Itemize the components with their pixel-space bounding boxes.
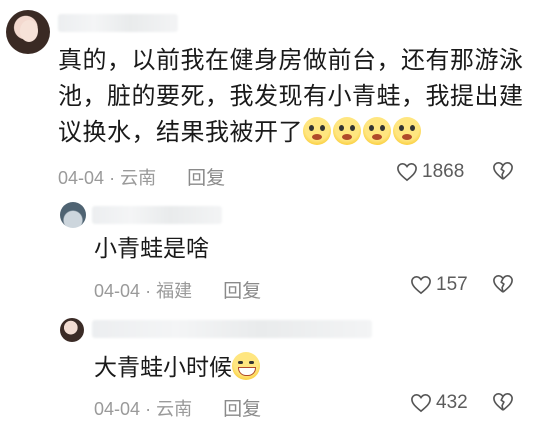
comment-location: 福建 xyxy=(156,281,193,301)
comment-meta: 04-04 · 福建 回复 xyxy=(94,276,261,303)
comment-date: 04-04 xyxy=(94,399,141,419)
heart-outline-icon xyxy=(411,393,431,413)
blurred-username[interactable] xyxy=(92,320,372,338)
comment-location: 云南 xyxy=(120,168,157,188)
like-button[interactable]: 1868 xyxy=(396,161,464,183)
comment-meta: 04-04 · 云南 回复 xyxy=(94,394,261,421)
dislike-button[interactable] xyxy=(492,161,514,185)
meta-separator: · xyxy=(109,168,116,188)
anxious-sweat-face-emoji xyxy=(333,117,361,145)
avatar[interactable] xyxy=(60,202,86,228)
anxious-sweat-face-emoji xyxy=(393,117,421,145)
avatar[interactable] xyxy=(60,318,84,342)
comment-location: 云南 xyxy=(156,399,193,419)
like-button[interactable]: 157 xyxy=(410,274,468,296)
broken-heart-outline-icon xyxy=(493,162,513,180)
reply-button[interactable]: 回复 xyxy=(223,399,261,420)
heart-outline-icon xyxy=(397,162,417,182)
broken-heart-outline-icon xyxy=(493,393,513,411)
comment-date: 04-04 xyxy=(94,281,141,301)
reply-button[interactable]: 回复 xyxy=(223,281,261,302)
comment-text-line: 真的，以前我在健身房做前台，还有那游泳 xyxy=(58,46,524,74)
like-count: 1868 xyxy=(422,161,465,182)
reply-text-part: 大青蛙小时候 xyxy=(94,355,232,381)
comment-text-line: 池，脏的要死，我发现有小青蛙，我提出建 xyxy=(58,82,524,110)
meta-separator: · xyxy=(145,281,152,301)
anxious-sweat-face-emoji xyxy=(363,117,391,145)
comment-text-line: 议换水，结果我被开了 xyxy=(58,114,528,150)
reply-button[interactable]: 回复 xyxy=(187,168,225,189)
reply-item: 大青蛙小时候 04-04 · 云南 回复 432 xyxy=(0,310,534,430)
grinning-sweat-emoji xyxy=(232,352,260,380)
dislike-button[interactable] xyxy=(492,392,514,416)
blurred-username[interactable] xyxy=(92,206,222,224)
meta-separator: · xyxy=(145,399,152,419)
dislike-button[interactable] xyxy=(492,274,514,298)
comment-text-line-part: 议换水，结果我被开了 xyxy=(58,118,303,146)
like-button[interactable]: 432 xyxy=(410,392,468,414)
comment-item: 真的，以前我在健身房做前台，还有那游泳 池，脏的要死，我发现有小青蛙，我提出建 … xyxy=(0,0,534,200)
heart-outline-icon xyxy=(411,275,431,295)
reply-text: 小青蛙是啥 xyxy=(94,236,209,262)
comment-date: 04-04 xyxy=(58,168,105,188)
reply-item: 小青蛙是啥 04-04 · 福建 回复 157 xyxy=(0,196,534,308)
broken-heart-outline-icon xyxy=(493,275,513,293)
comment-text: 真的，以前我在健身房做前台，还有那游泳 池，脏的要死，我发现有小青蛙，我提出建 … xyxy=(58,42,528,150)
like-count: 432 xyxy=(436,392,468,413)
comment-meta: 04-04 · 云南 回复 xyxy=(58,163,225,190)
anxious-sweat-face-emoji xyxy=(303,117,331,145)
blurred-username[interactable] xyxy=(58,14,178,32)
reply-text: 大青蛙小时候 xyxy=(94,352,262,383)
like-count: 157 xyxy=(436,274,468,295)
avatar[interactable] xyxy=(6,10,50,54)
